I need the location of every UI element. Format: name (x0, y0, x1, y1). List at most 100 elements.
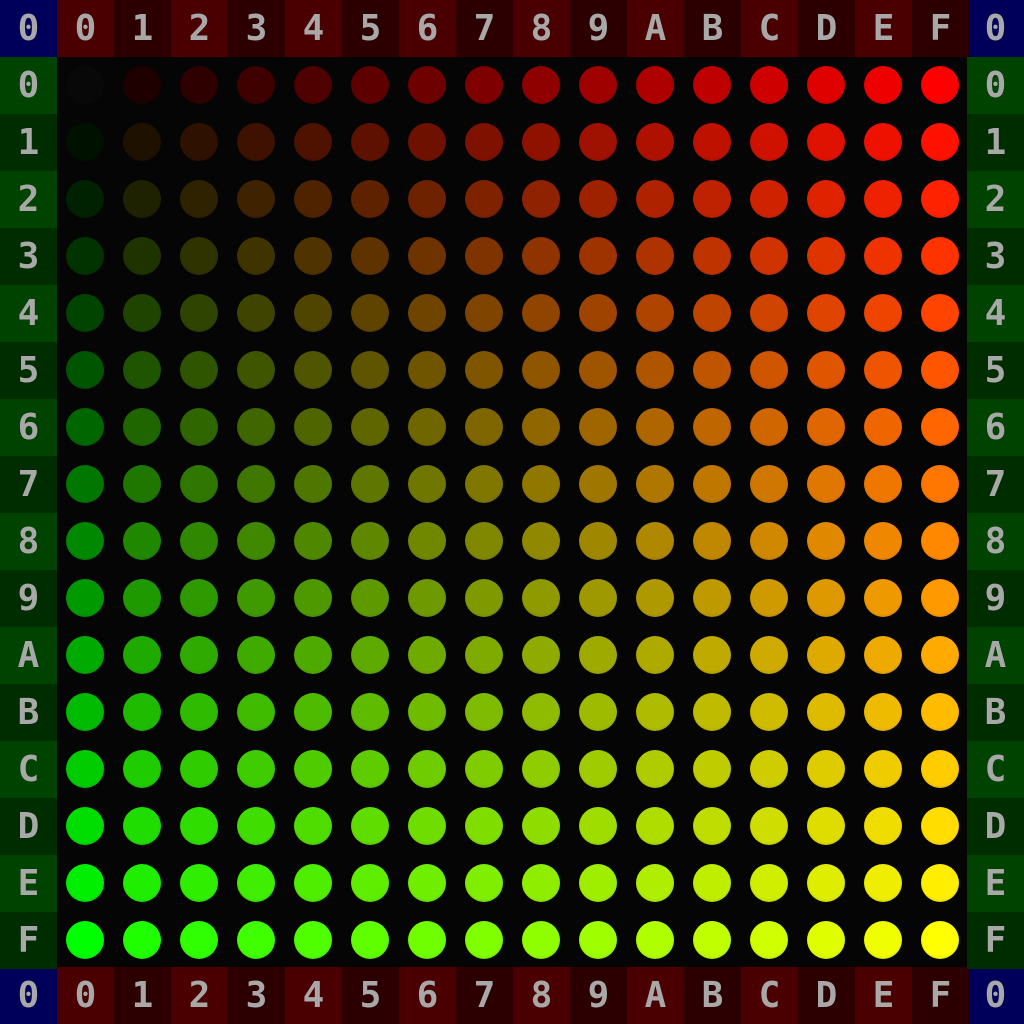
led-dot (636, 636, 674, 674)
row-label-left: D (0, 798, 57, 855)
led-dot (807, 408, 845, 446)
corner-label-bottom-right: 0 (967, 967, 1024, 1024)
led-dot (636, 123, 674, 161)
led-dot (579, 237, 617, 275)
led-dot (636, 522, 674, 560)
led-dot (750, 123, 788, 161)
led-dot (864, 579, 902, 617)
led-dot (123, 864, 161, 902)
led-dot (66, 522, 104, 560)
led-dot (693, 807, 731, 845)
led-dot (750, 921, 788, 959)
led-dot (579, 864, 617, 902)
led-dot (636, 579, 674, 617)
led-dot (921, 636, 959, 674)
row-label-left: 1 (0, 114, 57, 171)
column-label-top: 3 (228, 0, 285, 57)
led-dot (750, 294, 788, 332)
column-label-top: 7 (456, 0, 513, 57)
led-dot (921, 180, 959, 218)
led-dot (579, 693, 617, 731)
led-dot (180, 579, 218, 617)
led-dot (693, 237, 731, 275)
led-dot (807, 66, 845, 104)
led-dot (921, 807, 959, 845)
led-dot (522, 294, 560, 332)
led-dot (123, 123, 161, 161)
led-dot (351, 807, 389, 845)
led-dot (921, 123, 959, 161)
led-dot (123, 693, 161, 731)
column-label-top: 8 (513, 0, 570, 57)
led-dot (180, 522, 218, 560)
led-dot (180, 408, 218, 446)
led-dot (807, 693, 845, 731)
led-dot (351, 237, 389, 275)
led-dot (66, 636, 104, 674)
led-dot (636, 294, 674, 332)
row-label-left: B (0, 684, 57, 741)
column-label-top: 4 (285, 0, 342, 57)
led-dot (864, 807, 902, 845)
led-dot (864, 294, 902, 332)
led-dot (408, 864, 446, 902)
row-label-left: 3 (0, 228, 57, 285)
led-dot (465, 66, 503, 104)
row-label-left: 9 (0, 570, 57, 627)
column-label-top: 2 (171, 0, 228, 57)
led-dot (522, 123, 560, 161)
led-dot (579, 123, 617, 161)
led-dot (807, 921, 845, 959)
led-dot (237, 66, 275, 104)
led-dot (351, 921, 389, 959)
led-dot (864, 237, 902, 275)
led-dot (636, 66, 674, 104)
column-label-bottom: 5 (342, 967, 399, 1024)
led-dot (237, 693, 275, 731)
row-label-right: A (967, 627, 1024, 684)
led-dot (750, 807, 788, 845)
led-dot (237, 864, 275, 902)
led-dot (351, 294, 389, 332)
led-dot (864, 693, 902, 731)
led-dot (636, 693, 674, 731)
led-dot (693, 522, 731, 560)
led-dot (294, 294, 332, 332)
led-dot (807, 123, 845, 161)
row-label-right: 2 (967, 171, 1024, 228)
led-dot (579, 807, 617, 845)
led-dot (636, 750, 674, 788)
led-dot (807, 351, 845, 389)
led-dot (351, 351, 389, 389)
led-dot (693, 123, 731, 161)
led-dot (579, 750, 617, 788)
row-label-left: 4 (0, 285, 57, 342)
led-dot (579, 66, 617, 104)
row-label-right: 0 (967, 57, 1024, 114)
led-dot (408, 921, 446, 959)
led-dot (921, 864, 959, 902)
row-label-left: 6 (0, 399, 57, 456)
led-dot (465, 636, 503, 674)
led-dot (750, 180, 788, 218)
led-dot (807, 807, 845, 845)
led-dot (636, 921, 674, 959)
led-dot (408, 351, 446, 389)
led-dot (579, 522, 617, 560)
row-label-left: F (0, 912, 57, 969)
led-dot (750, 636, 788, 674)
led-dot (750, 693, 788, 731)
led-dot (237, 180, 275, 218)
led-dot (123, 579, 161, 617)
led-dot (522, 921, 560, 959)
led-dot (636, 807, 674, 845)
led-dot (693, 864, 731, 902)
led-dot (807, 294, 845, 332)
led-dot (636, 465, 674, 503)
led-dot (465, 465, 503, 503)
led-dot (864, 351, 902, 389)
led-dot (522, 693, 560, 731)
led-dot (123, 921, 161, 959)
led-dot (180, 123, 218, 161)
led-dot (579, 351, 617, 389)
